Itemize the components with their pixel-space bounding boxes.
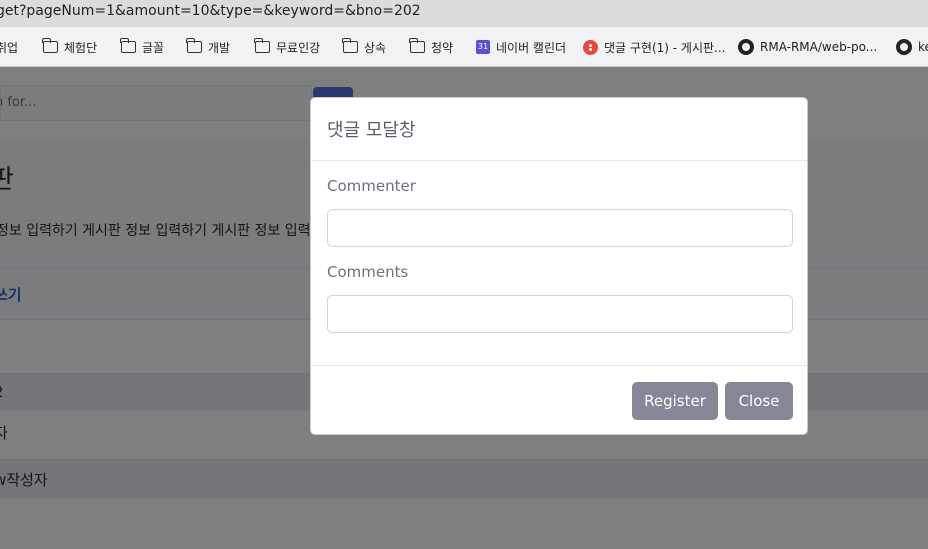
bookmark-github-web-po[interactable]: RMA-RMA/web-po... <box>738 38 877 56</box>
folder-icon <box>409 38 425 53</box>
address-bar[interactable]: get?pageNum=1&amount=10&type=&keyword=&b… <box>0 0 928 27</box>
bookmark-github-ke[interactable]: ke <box>896 38 928 56</box>
bookmark-label: RMA-RMA/web-po... <box>760 40 878 54</box>
comment-modal: 댓글 모달창 Commenter Comments Register Close <box>310 97 808 435</box>
bookmark-comment-impl[interactable]: 댓글 구현(1) - 게시판... <box>583 38 726 56</box>
url-text: get?pageNum=1&amount=10&type=&keyword=&b… <box>0 3 421 19</box>
bookmark-label: 네이버 캘린더 <box>496 40 567 55</box>
modal-footer: Register Close <box>311 365 807 435</box>
bookmark-label: 댓글 구현(1) - 게시판... <box>604 40 726 55</box>
bookmark-label: 개발 <box>208 40 231 55</box>
calendar-icon: 31 <box>476 40 490 54</box>
close-button[interactable]: Close <box>725 382 793 420</box>
bookmark-naver-calendar[interactable]: 31 네이버 캘린더 <box>476 38 566 56</box>
bookmark-label: 취업 <box>0 40 19 55</box>
bookmark-experience[interactable]: 체험단 <box>42 38 98 56</box>
folder-icon <box>254 38 270 53</box>
red-circle-icon <box>583 39 598 55</box>
modal-body: Commenter Comments <box>311 161 807 365</box>
bookmark-subscription[interactable]: 청약 <box>409 38 454 56</box>
bookmark-label: ke <box>918 40 928 54</box>
folder-icon <box>342 38 358 53</box>
bookmark-label: 체험단 <box>64 40 98 55</box>
bookmarks-bar: 취업 체험단 글꼴 개발 무료인강 상속 청약 31 네이버 캘린더 댓글 구현… <box>0 27 928 67</box>
bookmark-inheritance[interactable]: 상속 <box>342 38 387 56</box>
github-icon <box>896 39 912 55</box>
modal-header: 댓글 모달창 <box>311 98 807 161</box>
commenter-input[interactable] <box>327 209 793 247</box>
folder-icon <box>42 38 58 53</box>
bookmark-dev[interactable]: 개발 <box>186 38 231 56</box>
folder-icon <box>186 38 202 53</box>
comments-input[interactable] <box>327 295 793 333</box>
bookmark-label: 글꼴 <box>142 40 165 55</box>
bookmark-fonts[interactable]: 글꼴 <box>120 38 165 56</box>
bookmark-free-lectures[interactable]: 무료인강 <box>254 38 321 56</box>
comments-label: Comments <box>327 263 409 281</box>
bookmark-jobs[interactable]: 취업 <box>0 38 18 56</box>
modal-title: 댓글 모달창 <box>327 120 416 141</box>
register-button[interactable]: Register <box>632 382 718 420</box>
bookmark-label: 상속 <box>364 40 387 55</box>
folder-icon <box>120 38 136 53</box>
bookmark-label: 무료인강 <box>276 40 321 55</box>
commenter-label: Commenter <box>327 177 416 195</box>
github-icon <box>738 39 754 55</box>
bookmark-label: 청약 <box>431 40 454 55</box>
